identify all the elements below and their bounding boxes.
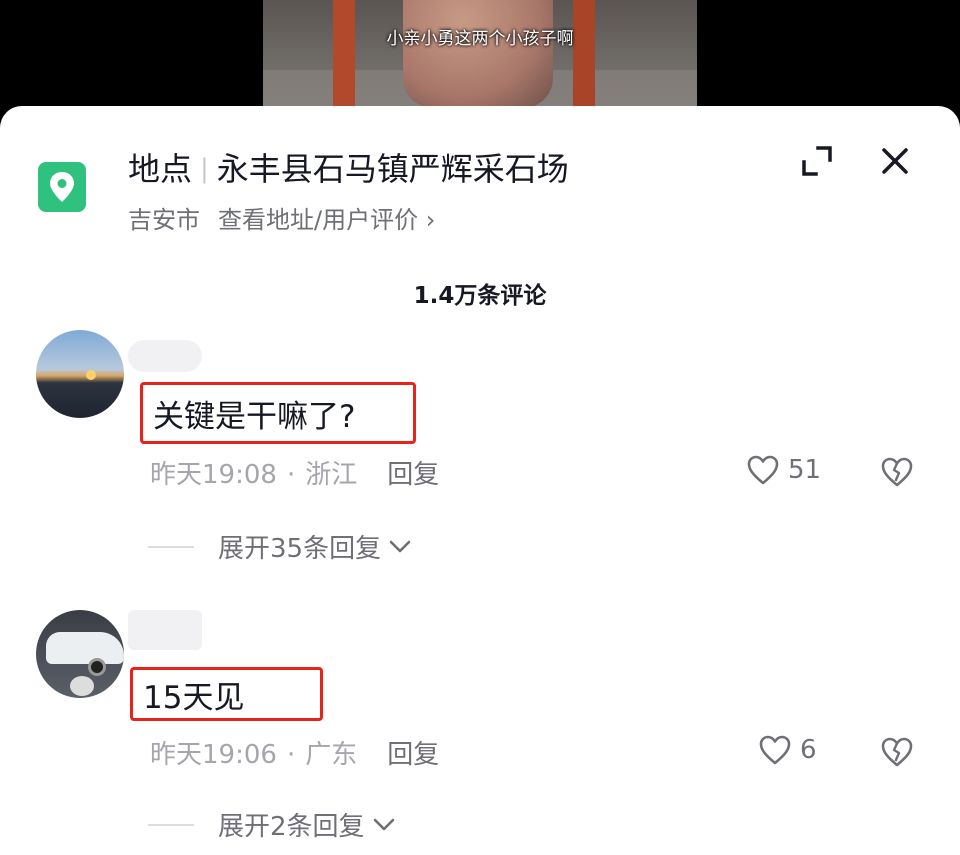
divider-line xyxy=(148,823,194,826)
comments-count: 1.4万条评论 xyxy=(413,283,547,309)
location-details-link[interactable]: 查看地址/用户评价 › xyxy=(218,206,435,234)
broken-heart-icon[interactable] xyxy=(880,456,914,488)
chevron-down-icon xyxy=(373,818,394,830)
user-avatar[interactable] xyxy=(36,610,124,698)
broken-heart-icon[interactable] xyxy=(880,736,914,768)
avatar-sun xyxy=(86,370,96,380)
video-chair-leg xyxy=(333,0,355,108)
comment-meta: 昨天19:06 · 广东 回复 xyxy=(150,734,439,771)
video-person-legs xyxy=(403,0,553,108)
comment-time: 昨天19:06 xyxy=(150,740,277,770)
chevron-down-icon xyxy=(389,540,411,552)
expand-replies-label: 展开2条回复 xyxy=(218,812,365,842)
location-label: 地点 xyxy=(128,150,193,188)
reply-button[interactable]: 回复 xyxy=(387,460,439,490)
username-masked[interactable] xyxy=(128,340,202,372)
video-frame[interactable] xyxy=(263,0,697,108)
user-avatar[interactable] xyxy=(36,330,124,418)
heart-icon xyxy=(759,735,791,765)
like-count: 6 xyxy=(800,735,817,765)
expand-icon[interactable] xyxy=(800,144,834,178)
video-subtitle: 小亲小勇这两个小孩子啊 xyxy=(386,29,574,49)
like-count: 51 xyxy=(788,455,822,485)
heart-icon xyxy=(747,455,779,485)
reply-button[interactable]: 回复 xyxy=(387,740,439,770)
location-name: 永丰县石马镇严辉采石场 xyxy=(216,150,569,188)
expand-replies[interactable]: 展开35条回复 xyxy=(148,528,413,565)
map-pin-icon xyxy=(38,162,86,212)
location-city: 吉安市 xyxy=(128,206,200,234)
comment-text: 15天见 xyxy=(143,679,245,716)
divider-line xyxy=(148,545,194,548)
meta-separator: · xyxy=(286,740,296,770)
comment-meta: 昨天19:08 · 浙江 回复 xyxy=(150,454,439,491)
avatar-wheel xyxy=(88,658,106,676)
location-title[interactable]: 地点 | 永丰县石马镇严辉采石场 xyxy=(128,144,569,190)
video-chair-leg xyxy=(573,0,595,108)
comment-time: 昨天19:08 xyxy=(150,460,277,490)
comment-text: 关键是干嘛了? xyxy=(153,398,356,435)
title-divider: | xyxy=(200,154,209,184)
comment-region: 广东 xyxy=(305,740,358,770)
expand-replies[interactable]: 展开2条回复 xyxy=(148,806,397,843)
username-masked[interactable] xyxy=(128,610,202,650)
comment-region: 浙江 xyxy=(305,460,358,490)
meta-separator: · xyxy=(286,460,296,490)
avatar-car xyxy=(46,632,124,664)
location-subtitle[interactable]: 吉安市 查看地址/用户评价 › xyxy=(128,200,435,235)
comment-text-highlighted: 15天见 xyxy=(130,667,323,721)
comment-text-highlighted: 关键是干嘛了? xyxy=(140,382,416,444)
expand-replies-label: 展开35条回复 xyxy=(218,534,382,564)
like-button[interactable]: 51 xyxy=(746,454,821,486)
like-button[interactable]: 6 xyxy=(758,734,817,766)
avatar-badge xyxy=(70,676,94,696)
video-preview[interactable]: 小亲小勇这两个小孩子啊 xyxy=(0,0,960,120)
close-icon[interactable] xyxy=(878,144,912,178)
